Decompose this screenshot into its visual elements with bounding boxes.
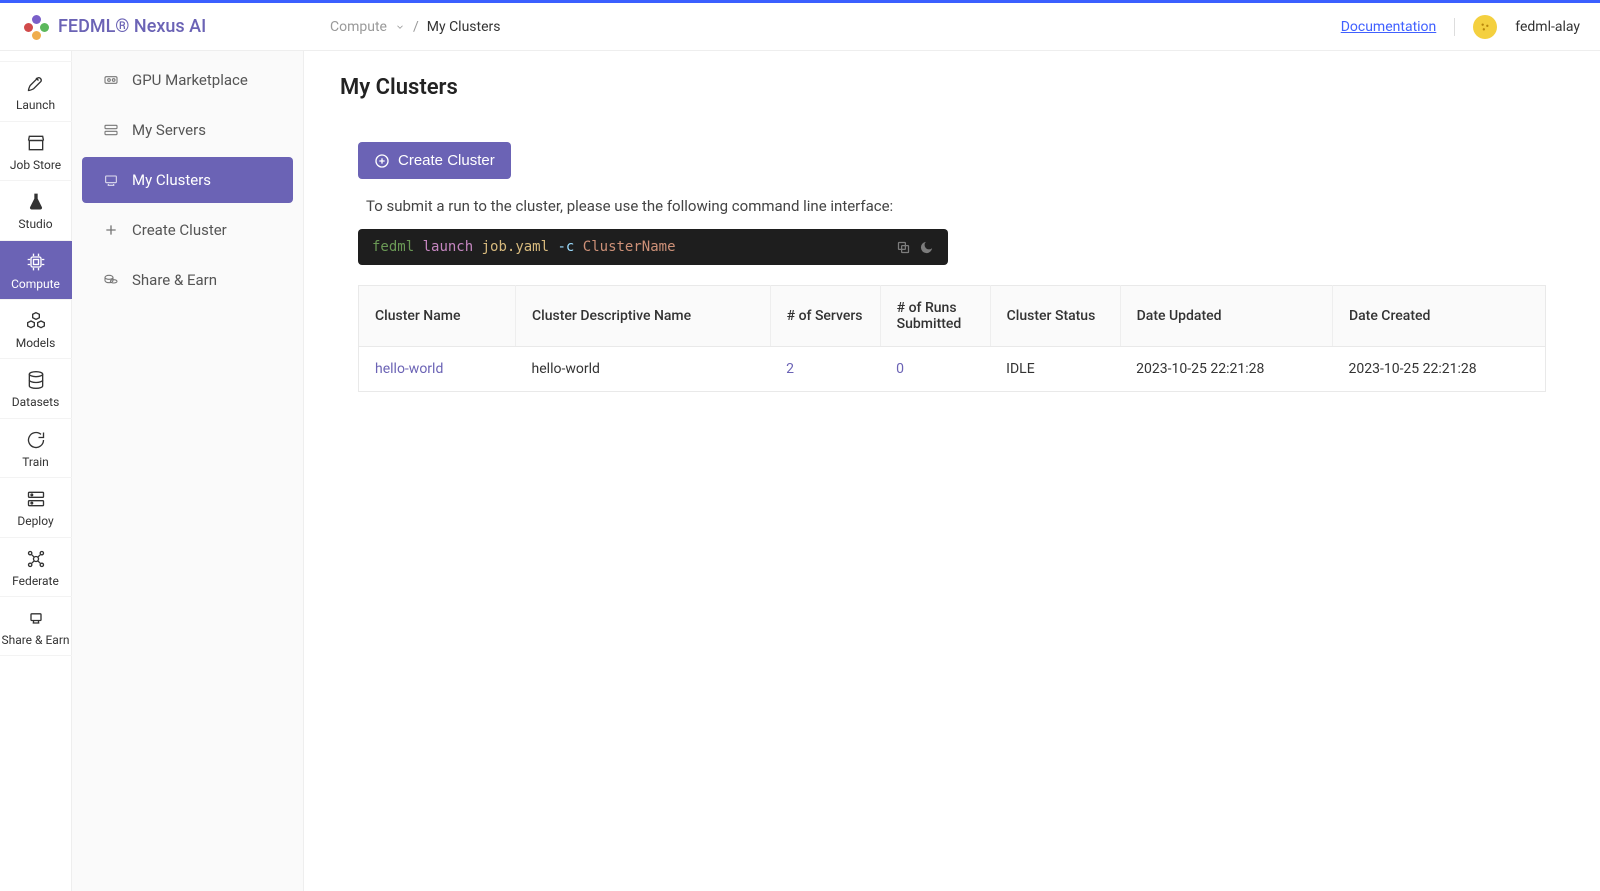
coins-icon: [102, 271, 120, 289]
main-area: FEDML® Nexus AI Compute / My Clusters Do…: [304, 3, 1600, 891]
chip-icon: [25, 251, 47, 273]
secnav-my-clusters[interactable]: My Clusters: [82, 157, 293, 203]
plus-icon: [102, 221, 120, 239]
col-status: Cluster Status: [990, 286, 1120, 347]
cluster-icon: [102, 171, 120, 189]
avatar[interactable]: [1473, 15, 1497, 39]
plus-circle-icon: [374, 153, 390, 169]
secnav-label: My Servers: [132, 121, 206, 139]
secnav-label: Share & Earn: [132, 271, 217, 289]
runs-link[interactable]: 0: [896, 361, 904, 377]
secnav-label: Create Cluster: [132, 221, 227, 239]
flask-icon: [25, 191, 47, 213]
topbar: FEDML® Nexus AI Compute / My Clusters Do…: [0, 3, 1600, 51]
secnav-label: My Clusters: [132, 171, 211, 189]
cubes-icon: [25, 310, 47, 332]
clusters-table: Cluster Name Cluster Descriptive Name # …: [358, 285, 1546, 392]
nav-deploy[interactable]: Deploy: [0, 478, 72, 537]
servers-link[interactable]: 2: [786, 361, 794, 377]
nav-datasets[interactable]: Datasets: [0, 359, 72, 418]
secondary-nav: GPU Marketplace My Servers My Clusters C…: [72, 3, 304, 891]
cell-updated: 2023-10-25 22:21:28: [1120, 347, 1332, 392]
network-icon: [25, 548, 47, 570]
cluster-name-link[interactable]: hello-world: [375, 361, 443, 377]
cell-created: 2023-10-25 22:21:28: [1332, 347, 1545, 392]
nav-studio[interactable]: Studio: [0, 181, 72, 240]
chevron-down-icon: [395, 22, 405, 32]
breadcrumb-section[interactable]: Compute: [330, 19, 387, 35]
username[interactable]: fedml-alay: [1515, 19, 1580, 35]
code-block: fedml launch job.yaml -c ClusterName: [358, 229, 948, 265]
create-cluster-label: Create Cluster: [398, 152, 495, 169]
nav-share[interactable]: Share & Earn: [0, 597, 72, 656]
database-icon: [25, 369, 47, 391]
documentation-link[interactable]: Documentation: [1341, 19, 1437, 35]
secnav-share-earn[interactable]: Share & Earn: [82, 257, 293, 303]
divider: [1454, 18, 1455, 36]
nav-federate[interactable]: Federate: [0, 538, 72, 597]
breadcrumb-current: My Clusters: [427, 19, 501, 35]
store-icon: [25, 132, 47, 154]
secnav-label: GPU Marketplace: [132, 71, 248, 89]
col-servers: # of Servers: [770, 286, 880, 347]
col-name: Cluster Name: [359, 286, 516, 347]
primary-nav: Home Launch Job Store Studio Compute: [0, 3, 72, 891]
col-desc: Cluster Descriptive Name: [516, 286, 771, 347]
logo-icon: [24, 15, 48, 39]
gpu-icon: [102, 71, 120, 89]
nav-compute[interactable]: Compute: [0, 241, 72, 300]
brand-text: FEDML® Nexus AI: [58, 16, 206, 37]
cycle-icon: [25, 429, 47, 451]
secnav-gpu-marketplace[interactable]: GPU Marketplace: [82, 57, 293, 103]
clusters-panel: Create Cluster To submit a run to the cl…: [340, 120, 1564, 410]
cli-hint: To submit a run to the cluster, please u…: [366, 197, 1546, 215]
secnav-create-cluster[interactable]: Create Cluster: [82, 207, 293, 253]
content: My Clusters Create Cluster To submit a r…: [304, 3, 1600, 434]
nav-train[interactable]: Train: [0, 419, 72, 478]
col-created: Date Created: [1332, 286, 1545, 347]
secnav-my-servers[interactable]: My Servers: [82, 107, 293, 153]
nav-jobstore[interactable]: Job Store: [0, 122, 72, 181]
brand-area[interactable]: FEDML® Nexus AI: [20, 15, 310, 39]
rocket-icon: [25, 72, 47, 94]
share-icon: [25, 607, 47, 629]
cell-status: IDLE: [990, 347, 1120, 392]
col-runs: # of Runs Submitted: [880, 286, 990, 347]
servers-icon: [102, 121, 120, 139]
page-title: My Clusters: [340, 75, 1564, 100]
nav-launch[interactable]: Launch: [0, 62, 72, 121]
nav-models[interactable]: Models: [0, 300, 72, 359]
table-row: hello-world hello-world 2 0 IDLE 2023-10…: [359, 347, 1546, 392]
moon-icon[interactable]: [919, 240, 934, 255]
copy-icon[interactable]: [896, 240, 911, 255]
create-cluster-button[interactable]: Create Cluster: [358, 142, 511, 179]
cell-desc: hello-world: [516, 347, 771, 392]
breadcrumb: Compute / My Clusters: [330, 19, 501, 35]
server-icon: [25, 488, 47, 510]
col-updated: Date Updated: [1120, 286, 1332, 347]
